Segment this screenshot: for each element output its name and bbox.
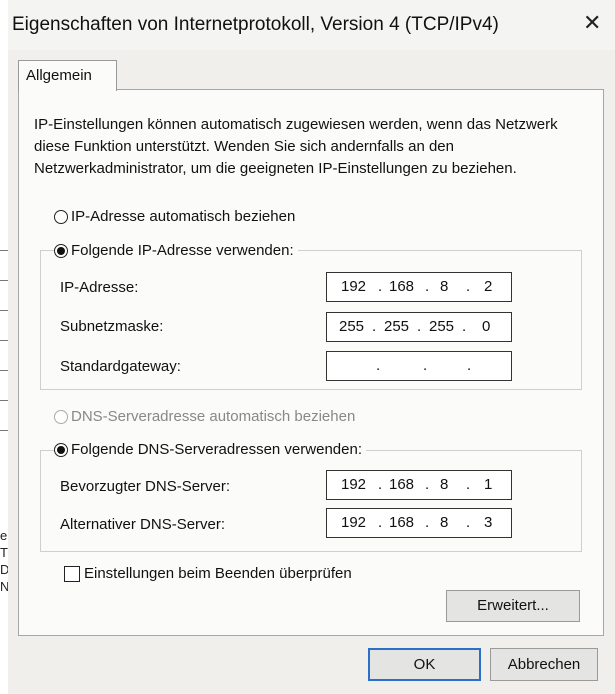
- octet-separator: .: [376, 357, 381, 374]
- octet-separator: .: [423, 357, 428, 374]
- octet: 8: [440, 476, 449, 493]
- octet: 8: [440, 278, 449, 295]
- radio-label: Folgende IP-Adresse verwenden:: [71, 242, 294, 259]
- octet-separator: .: [378, 514, 383, 531]
- radio-button-icon[interactable]: [54, 209, 68, 224]
- octet: 3: [484, 514, 493, 531]
- octet-separator: .: [378, 278, 383, 295]
- alternate-dns-label: Alternativer DNS-Server:: [60, 516, 226, 533]
- octet: 168: [389, 476, 415, 493]
- preferred-dns-label: Bevorzugter DNS-Server:: [60, 478, 231, 495]
- octet: 168: [389, 514, 415, 531]
- radio-button-selected-icon[interactable]: [54, 442, 68, 457]
- preferred-dns-input[interactable]: 192 . 168 . 8 . 1: [326, 470, 512, 500]
- advanced-button[interactable]: Erweitert...: [446, 590, 580, 622]
- ok-button[interactable]: OK: [368, 648, 481, 681]
- octet-separator: .: [466, 476, 471, 493]
- radio-dns-manual[interactable]: Folgende DNS-Serveradressen verwenden:: [54, 441, 366, 458]
- validate-settings-checkbox[interactable]: Einstellungen beim Beenden überprüfen: [64, 565, 352, 582]
- radio-button-selected-icon[interactable]: [54, 243, 68, 258]
- octet-separator: .: [425, 476, 430, 493]
- octet-separator: .: [425, 278, 430, 295]
- octet: 255: [429, 318, 455, 335]
- octet-separator: .: [467, 357, 472, 374]
- radio-label: IP-Adresse automatisch beziehen: [71, 208, 296, 225]
- octet: 255: [339, 318, 365, 335]
- default-gateway-input[interactable]: . . .: [326, 351, 512, 381]
- radio-label: DNS-Serveradresse automatisch beziehen: [71, 408, 356, 425]
- radio-ip-manual[interactable]: Folgende IP-Adresse verwenden:: [54, 242, 298, 259]
- octet: 0: [482, 318, 491, 335]
- octet-separator: .: [417, 318, 422, 335]
- cancel-button[interactable]: Abbrechen: [490, 648, 598, 681]
- octet: 192: [341, 278, 367, 295]
- octet: 8: [440, 514, 449, 531]
- radio-label: Folgende DNS-Serveradressen verwenden:: [71, 441, 362, 458]
- background-text: T: [0, 545, 8, 560]
- octet-separator: .: [462, 318, 467, 335]
- octet: 168: [389, 278, 415, 295]
- default-gateway-label: Standardgateway:: [60, 358, 181, 375]
- tab-allgemein[interactable]: Allgemein: [18, 60, 117, 91]
- octet: 2: [484, 278, 493, 295]
- radio-button-disabled-icon[interactable]: [54, 409, 68, 424]
- ip-address-input[interactable]: 192 . 168 . 8 . 2: [326, 272, 512, 302]
- ip-address-label: IP-Adresse:: [60, 279, 139, 296]
- octet: 192: [341, 514, 367, 531]
- intro-text: IP-Einstellungen können automatisch zuge…: [34, 116, 558, 177]
- close-icon[interactable]: ✕: [583, 10, 601, 36]
- radio-dns-auto[interactable]: DNS-Serveradresse automatisch beziehen: [54, 408, 355, 425]
- octet-separator: .: [372, 318, 377, 335]
- octet: 255: [384, 318, 410, 335]
- checkbox-icon[interactable]: [64, 565, 80, 582]
- window-title: Eigenschaften von Internetprotokoll, Ver…: [12, 14, 499, 35]
- tab-label: Allgemein: [26, 67, 92, 84]
- subnet-mask-input[interactable]: 255 . 255 . 255 . 0: [326, 312, 512, 342]
- radio-ip-auto[interactable]: IP-Adresse automatisch beziehen: [54, 208, 295, 225]
- octet-separator: .: [378, 476, 383, 493]
- alternate-dns-input[interactable]: 192 . 168 . 8 . 3: [326, 508, 512, 538]
- octet-separator: .: [466, 278, 471, 295]
- octet-separator: .: [425, 514, 430, 531]
- ipv4-properties-dialog: Eigenschaften von Internetprotokoll, Ver…: [8, 0, 615, 694]
- octet: 1: [484, 476, 493, 493]
- octet: 192: [341, 476, 367, 493]
- background-text: e: [0, 528, 8, 543]
- subnet-mask-label: Subnetzmaske:: [60, 318, 164, 335]
- octet-separator: .: [466, 514, 471, 531]
- checkbox-label: Einstellungen beim Beenden überprüfen: [84, 565, 352, 582]
- title-bar: Eigenschaften von Internetprotokoll, Ver…: [8, 0, 615, 50]
